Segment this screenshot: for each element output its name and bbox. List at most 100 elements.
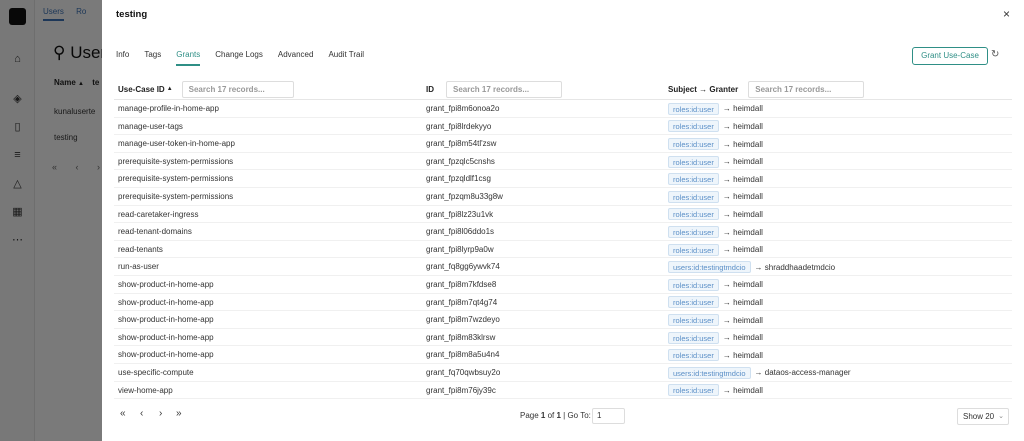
tab-tags[interactable]: Tags <box>144 50 161 66</box>
grant-id-cell: grant_fpi8m7qt4g74 <box>426 297 498 307</box>
table-row[interactable]: show-product-in-home-app grant_fpi8m7qt4g… <box>114 294 1012 312</box>
page-info: Page 1 of 1 | Go To: <box>520 411 591 420</box>
grant-id-cell: grant_fpi8m54tl'zsw <box>426 139 497 149</box>
subject-badge[interactable]: roles:id:user <box>668 278 719 291</box>
subject-cell: users:id:testingtmdcio → shraddhaadetmdci… <box>668 258 835 275</box>
col-subject-header[interactable]: Subject → Granter Search 17 records... <box>668 78 865 100</box>
subject-badge[interactable]: roles:id:user <box>668 349 719 362</box>
tab-change-logs[interactable]: Change Logs <box>215 50 263 66</box>
subject-badge[interactable]: roles:id:user <box>668 208 719 221</box>
table-row[interactable]: prerequisite-system-permissions grant_fpz… <box>114 188 1012 206</box>
table-row[interactable]: manage-user-tags grant_fpi8lrdekyyo roles:… <box>114 118 1012 136</box>
subject-badge[interactable]: roles:id:user <box>668 190 719 203</box>
granter-text: → heimdall <box>722 174 763 184</box>
subject-cell: roles:id:user → heimdall <box>668 329 763 346</box>
table-row[interactable]: show-product-in-home-app grant_fpi8m8a5u4… <box>114 346 1012 364</box>
subject-cell: roles:id:user → heimdall <box>668 188 763 205</box>
subject-cell: roles:id:user → heimdall <box>668 294 763 311</box>
col-usecase-header[interactable]: Use-Case ID ▲ Search 17 records... <box>118 78 294 100</box>
subject-search-input[interactable]: Search 17 records... <box>748 80 865 98</box>
granter-text: → heimdall <box>722 139 763 149</box>
subject-badge[interactable]: users:id:testingtmdcio <box>668 366 751 379</box>
subject-badge[interactable]: users:id:testingtmdcio <box>668 261 751 274</box>
usecase-cell: show-product-in-home-app <box>118 280 214 289</box>
subject-badge[interactable]: roles:id:user <box>668 138 719 151</box>
table-row[interactable]: prerequisite-system-permissions grant_fpz… <box>114 153 1012 171</box>
usecase-cell: manage-profile-in-home-app <box>118 104 219 113</box>
table-row[interactable]: manage-user-token-in-home-app grant_fpi8m… <box>114 135 1012 153</box>
goto-page-input[interactable]: 1 <box>592 408 625 424</box>
subject-cell: roles:id:user → heimdall <box>668 276 763 293</box>
usecase-cell: use-specific-compute <box>118 368 194 377</box>
grant-id-cell: grant_fpi8m7kfdse8 <box>426 280 497 289</box>
subject-badge[interactable]: roles:id:user <box>668 331 719 344</box>
granter-text: → heimdall <box>722 209 763 219</box>
table-row[interactable]: show-product-in-home-app grant_fpi8m7wzde… <box>114 311 1012 329</box>
granter-text: → heimdall <box>722 192 763 202</box>
grant-id-cell: grant_fq70qwbsuy2o <box>426 368 501 377</box>
table-row[interactable]: read-tenants grant_fpi8lyrp9a0w roles:id:u… <box>114 241 1012 259</box>
subject-cell: roles:id:user → heimdall <box>668 135 763 152</box>
subject-cell: roles:id:user → heimdall <box>668 241 763 258</box>
subject-badge[interactable]: roles:id:user <box>668 120 719 133</box>
usecase-cell: manage-user-tags <box>118 121 183 131</box>
tab-advanced[interactable]: Advanced <box>278 50 314 66</box>
grant-id-cell: grant_fpzqldlf1csg <box>426 174 491 184</box>
usecase-cell: show-product-in-home-app <box>118 332 214 342</box>
table-row[interactable]: read-tenant-domains grant_fpi8l06ddo1s rol… <box>114 223 1012 241</box>
subject-badge[interactable]: roles:id:user <box>668 102 719 115</box>
subject-badge[interactable]: roles:id:user <box>668 384 719 397</box>
subject-badge[interactable]: roles:id:user <box>668 155 719 168</box>
tab-info[interactable]: Info <box>116 50 129 66</box>
usecase-cell: show-product-in-home-app <box>118 315 214 325</box>
subject-badge[interactable]: roles:id:user <box>668 243 719 256</box>
prev-page-icon[interactable]: ‹ <box>140 408 143 419</box>
table-row[interactable]: show-product-in-home-app grant_fpi8m83klr… <box>114 329 1012 347</box>
table-row[interactable]: use-specific-compute grant_fq70qwbsuy2o us… <box>114 364 1012 382</box>
grant-id-cell: grant_fpzqm8u33g8w <box>426 192 503 201</box>
granter-text: → heimdall <box>722 333 763 343</box>
usecase-cell: prerequisite-system-permissions <box>118 156 234 166</box>
subject-cell: roles:id:user → heimdall <box>668 206 763 223</box>
id-search-input[interactable]: Search 17 records... <box>446 80 562 98</box>
table-row[interactable]: prerequisite-system-permissions grant_fpz… <box>114 170 1012 188</box>
chevron-down-icon: ⌄ <box>998 413 1004 420</box>
subject-badge[interactable]: roles:id:user <box>668 314 719 327</box>
close-icon[interactable]: × <box>1003 7 1010 21</box>
grant-id-cell: grant_fq8gg6ywvk74 <box>426 262 500 272</box>
subject-badge[interactable]: roles:id:user <box>668 296 719 309</box>
subject-badge[interactable]: roles:id:user <box>668 226 719 239</box>
table-row[interactable]: run-as-user grant_fq8gg6ywvk74 users:id:te… <box>114 258 1012 276</box>
col-id-header[interactable]: ID Search 17 records... <box>426 78 562 100</box>
usecase-cell: read-caretaker-ingress <box>118 209 199 219</box>
granter-text: → heimdall <box>722 315 763 325</box>
subject-cell: roles:id:user → heimdall <box>668 100 763 117</box>
subject-cell: roles:id:user → heimdall <box>668 346 763 363</box>
table-row[interactable]: view-home-app grant_fpi8m76jy39c roles:id:… <box>114 382 1012 400</box>
next-page-icon[interactable]: › <box>159 408 162 419</box>
refresh-icon[interactable]: ↻ <box>991 49 999 60</box>
pagination: « ‹ › » Page 1 of 1 | Go To: 1 Show 20 ⌄ <box>116 406 1014 426</box>
table-row[interactable]: manage-profile-in-home-app grant_fpi8m6on… <box>114 100 1012 118</box>
granter-text: → heimdall <box>722 280 763 290</box>
tab-grants[interactable]: Grants <box>176 50 201 66</box>
grant-use-case-button[interactable]: Grant Use-Case <box>912 47 988 65</box>
table-row[interactable]: show-product-in-home-app grant_fpi8m7kfds… <box>114 276 1012 294</box>
page-size-select[interactable]: Show 20 ⌄ <box>957 408 1009 425</box>
granter-text: → heimdall <box>722 157 763 167</box>
last-page-icon[interactable]: » <box>176 408 182 419</box>
subject-cell: roles:id:user → heimdall <box>668 153 763 170</box>
grant-id-cell: grant_fpi8l06ddo1s <box>426 227 495 237</box>
table-row[interactable]: read-caretaker-ingress grant_fpi8lz23u1vk… <box>114 206 1012 224</box>
grant-id-cell: grant_fpzqlc5cnshs <box>426 156 495 166</box>
drawer-tabs: Info Tags Grants Change Logs Advanced Au… <box>116 50 379 66</box>
first-page-icon[interactable]: « <box>120 408 126 419</box>
usecase-search-input[interactable]: Search 17 records... <box>181 80 294 98</box>
usecase-cell: prerequisite-system-permissions <box>118 174 234 184</box>
subject-badge[interactable]: roles:id:user <box>668 173 719 186</box>
subject-cell: roles:id:user → heimdall <box>668 382 763 399</box>
table-header: Use-Case ID ▲ Search 17 records... ID Se… <box>114 78 1012 100</box>
grant-id-cell: grant_fpi8lyrp9a0w <box>426 244 494 254</box>
tab-audit-trail[interactable]: Audit Trail <box>328 50 364 66</box>
grant-id-cell: grant_fpi8m76jy39c <box>426 385 496 395</box>
